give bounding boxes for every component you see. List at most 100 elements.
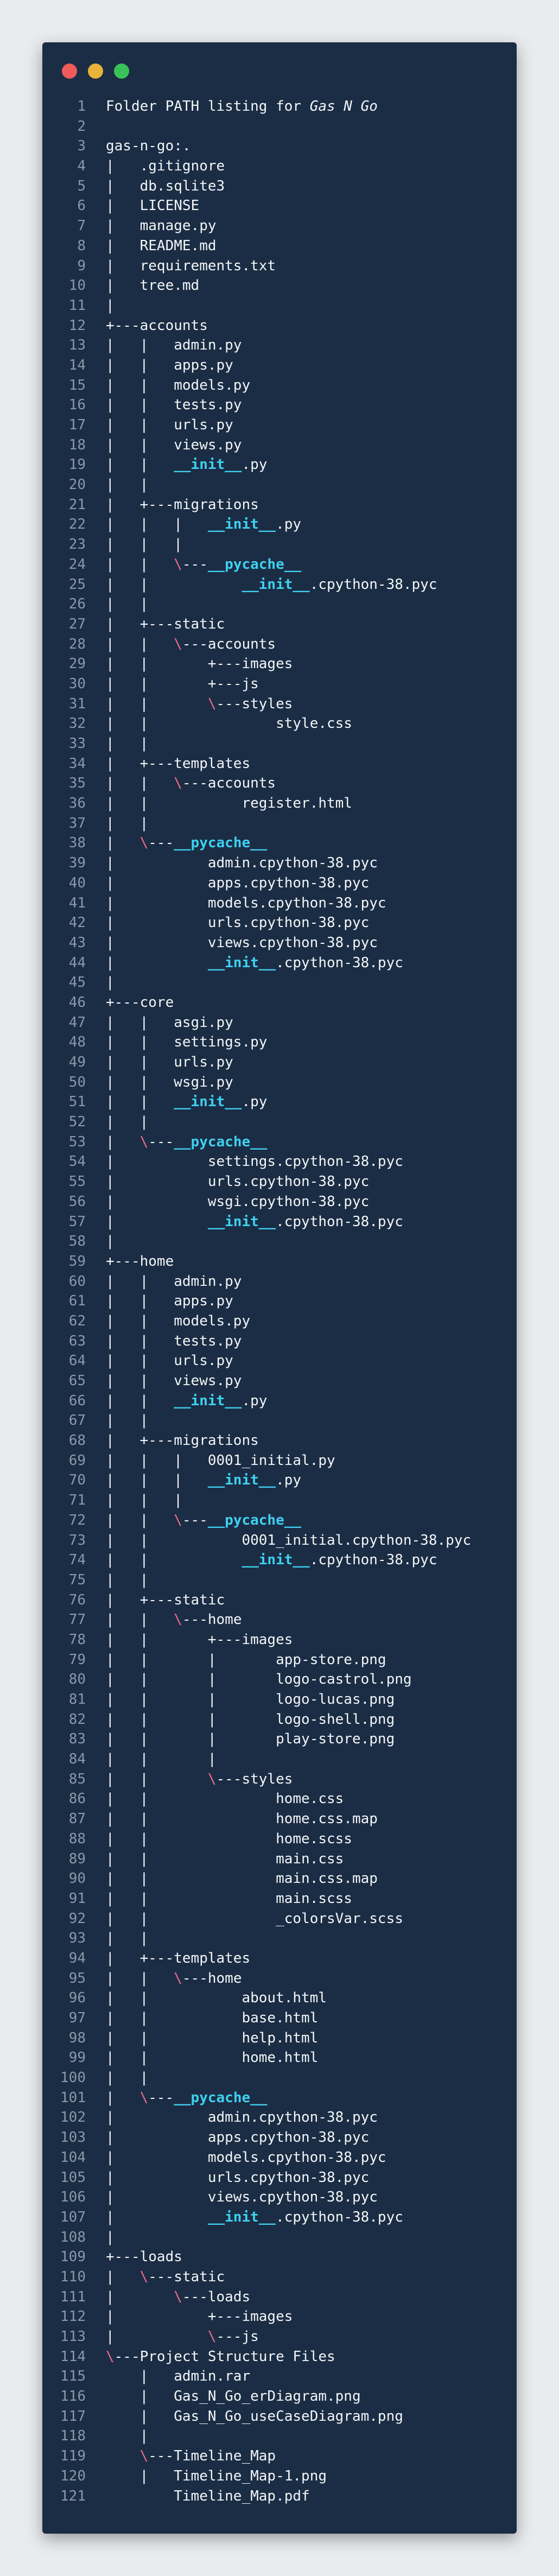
line-segment: | — [106, 2229, 115, 2245]
line-text: | +---templates — [106, 1949, 250, 1969]
line-text: | | style.css — [106, 714, 352, 734]
code-line: 34 | +---templates — [42, 754, 517, 774]
line-text: | views.cpython-38.pyc — [106, 933, 378, 953]
line-text: | urls.cpython-38.pyc — [106, 913, 369, 933]
line-segment: | | — [106, 735, 149, 752]
code-line: 6 | LICENSE — [42, 196, 517, 216]
line-text: | | \---home — [106, 1969, 242, 1989]
code-line: 73 | | 0001_initial.cpython-38.pyc — [42, 1531, 517, 1551]
code-line: 111 | \---loads — [42, 2287, 517, 2307]
line-text: | | urls.py — [106, 415, 233, 435]
line-segment: | — [106, 177, 140, 194]
code-line: 117 | Gas_N_Go_useCaseDiagram.png — [42, 2407, 517, 2427]
line-segment: | | — [106, 1552, 242, 1569]
code-line: 84 | | | — [42, 1749, 517, 1769]
line-segment: | | — [106, 1034, 174, 1051]
line-segment: \ — [174, 1512, 182, 1528]
code-line: 3 gas-n-go:. — [42, 136, 517, 156]
line-segment: | — [106, 1233, 115, 1250]
code-line: 64 | | urls.py — [42, 1351, 517, 1371]
code-line: 53 | \---__pycache__ — [42, 1132, 517, 1152]
line-segment: urls.py — [174, 1054, 233, 1070]
line-text: | | \---home — [106, 1610, 242, 1630]
line-segment: --- — [182, 775, 208, 792]
line-text: | | — [106, 594, 148, 614]
line-text: | \---static — [106, 2267, 225, 2287]
line-segment: | — [106, 934, 208, 951]
line-segment: register.html — [242, 795, 352, 812]
line-segment: | — [106, 2209, 208, 2225]
line-number: 41 — [68, 894, 86, 911]
line-number: 97 — [68, 2010, 86, 2026]
code-block: 1 Folder PATH listing for Gas N Go 2 3 gas-n… — [42, 97, 517, 2506]
line-segment: | — [106, 915, 208, 931]
line-text: | __init__.cpython-38.pyc — [106, 953, 403, 973]
line-text: | | __init__.py — [106, 455, 267, 475]
code-line: 38 | \---__pycache__ — [42, 833, 517, 853]
line-segment: home.css.map — [276, 1811, 378, 1828]
line-segment: images — [242, 2308, 293, 2325]
line-segment: | | — [106, 596, 149, 613]
line-segment: | | — [106, 1014, 174, 1031]
line-number: 106 — [60, 2189, 86, 2206]
maximize-window-icon[interactable] — [114, 64, 129, 79]
line-segment: \ — [174, 2288, 182, 2305]
minimize-window-icon[interactable] — [88, 64, 103, 79]
line-number: 46 — [68, 994, 86, 1011]
line-number: 57 — [68, 1213, 86, 1230]
code-line: 82 | | | logo-shell.png — [42, 1710, 517, 1730]
line-number: 95 — [68, 1970, 86, 1987]
line-text: | | home.scss — [106, 1829, 352, 1849]
code-line: 31 | | \---styles — [42, 694, 517, 714]
close-window-icon[interactable] — [62, 64, 77, 79]
line-text: | tree.md — [106, 276, 199, 296]
line-number: 7 — [77, 218, 86, 234]
line-segment: 0001_initial.py — [207, 1452, 335, 1469]
line-number: 59 — [68, 1253, 86, 1270]
line-segment: __pycache__ — [174, 835, 268, 852]
line-number: 113 — [60, 2328, 86, 2345]
line-text: | | — [106, 734, 148, 754]
line-segment: settings.cpython-38.pyc — [207, 1153, 403, 1170]
line-number: 87 — [68, 1811, 86, 1828]
line-number: 92 — [68, 1910, 86, 1927]
line-segment: __init__ — [207, 1213, 276, 1230]
line-segment: home.html — [242, 2050, 319, 2066]
line-segment: | | — [106, 357, 174, 373]
line-number: 20 — [68, 477, 86, 493]
line-segment: \ — [139, 2268, 149, 2285]
line-text: | | base.html — [106, 2008, 318, 2028]
line-text: | | home.css.map — [106, 1809, 378, 1829]
line-text: | | wsgi.py — [106, 1073, 233, 1093]
line-text: | | | logo-shell.png — [106, 1710, 395, 1730]
line-text: | | | logo-lucas.png — [106, 1690, 395, 1710]
line-number: 21 — [68, 496, 86, 513]
code-line: 21 | +---migrations — [42, 495, 517, 515]
line-segment: | | — [106, 397, 174, 414]
code-line: 44 | __init__.cpython-38.pyc — [42, 953, 517, 973]
code-line: 19 | | __init__.py — [42, 455, 517, 475]
line-segment: Gas N Go — [309, 98, 378, 115]
code-line: 69 | | | 0001_initial.py — [42, 1451, 517, 1471]
line-segment: | | — [106, 1811, 276, 1828]
line-segment: +--- — [106, 317, 140, 334]
code-line: 97 | | base.html — [42, 2008, 517, 2028]
code-line: 116 | Gas_N_Go_erDiagram.png — [42, 2387, 517, 2407]
line-segment: logo-lucas.png — [276, 1691, 395, 1708]
line-number: 61 — [68, 1293, 86, 1310]
line-segment: | — [106, 835, 140, 852]
line-segment: | | — [106, 456, 174, 473]
code-line: 45 | — [42, 973, 517, 993]
line-number: 105 — [60, 2169, 86, 2186]
code-line: 104 | models.cpython-38.pyc — [42, 2148, 517, 2168]
line-segment: | — [106, 158, 140, 175]
line-segment: | | | — [106, 1651, 276, 1668]
line-number: 26 — [68, 596, 86, 613]
line-text: | manage.py — [106, 216, 217, 236]
code-line: 28 | | \---accounts — [42, 635, 517, 655]
line-segment: | | — [106, 1074, 174, 1090]
line-text: | __init__.cpython-38.pyc — [106, 1212, 403, 1232]
code-line: 67 | | — [42, 1411, 517, 1431]
line-number: 4 — [77, 158, 86, 175]
line-text: | — [106, 296, 115, 316]
